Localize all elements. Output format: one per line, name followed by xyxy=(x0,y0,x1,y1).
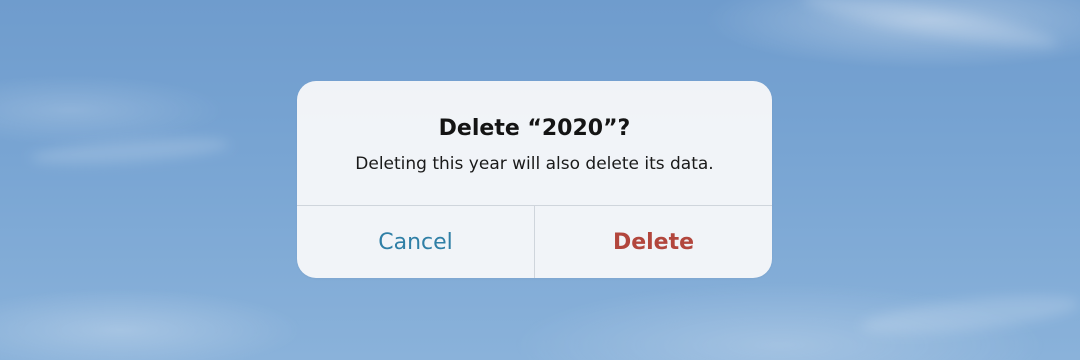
cancel-button[interactable]: Cancel xyxy=(297,206,534,278)
alert-title: Delete “2020”? xyxy=(438,116,631,141)
cloud-streak xyxy=(799,0,1061,57)
alert-content: Delete “2020”? Deleting this year will a… xyxy=(297,81,772,205)
cloud-streak xyxy=(29,133,231,169)
alert-message: Deleting this year will also delete its … xyxy=(355,154,714,174)
cloud-streak xyxy=(859,288,1080,342)
delete-button[interactable]: Delete xyxy=(535,206,772,278)
delete-confirmation-alert: Delete “2020”? Deleting this year will a… xyxy=(297,81,772,278)
